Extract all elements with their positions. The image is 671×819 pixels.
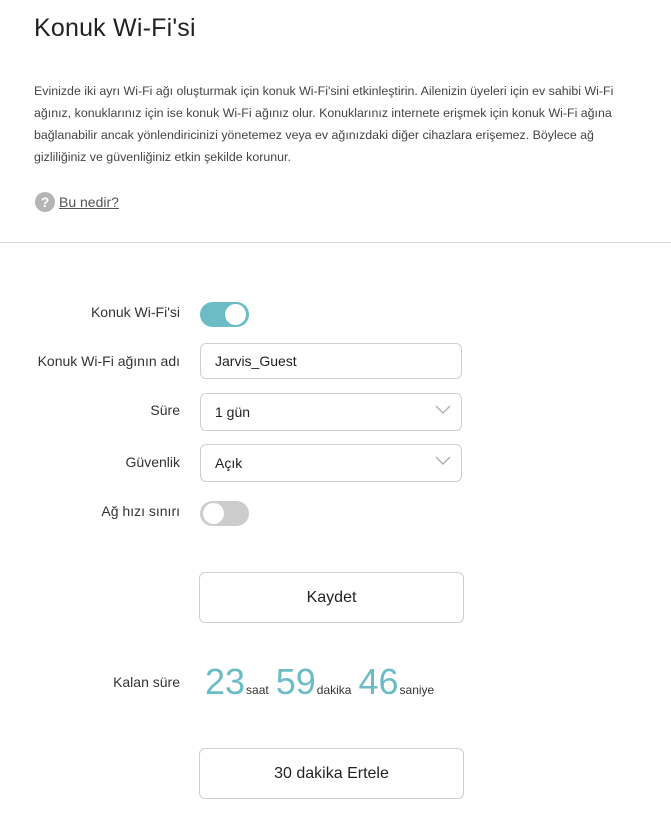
help-link-group[interactable]: ? Bu nedir? [35,192,119,212]
security-value: Açık [215,455,243,471]
page-description: Evinizde iki ayrı Wi-Fi ağı oluşturmak i… [34,84,614,164]
hours-unit: saat [246,683,269,697]
postpone-button[interactable]: 30 dakika Ertele [199,748,464,799]
security-label: Güvenlik [125,454,180,470]
toggle-knob [203,503,224,524]
minutes-value: 59 [275,661,316,702]
duration-label: Süre [150,402,180,418]
chevron-down-icon [435,456,451,465]
duration-value: 1 gün [215,404,251,420]
question-circle-icon[interactable]: ? [35,192,55,212]
network-name-value: Jarvis_Guest [215,353,297,369]
seconds-value: 46 [358,661,399,702]
save-button[interactable]: Kaydet [199,572,464,623]
section-divider [0,242,671,243]
speed-limit-label: Ağ hızı sınırı [101,503,180,519]
duration-select[interactable]: 1 gün [200,393,462,431]
security-select[interactable]: Açık [200,444,462,482]
page-title: Konuk Wi-Fi'si [34,14,196,42]
toggle-knob [225,304,246,325]
network-name-label: Konuk Wi-Fi ağının adı [37,353,180,369]
guest-wifi-label: Konuk Wi-Fi'si [90,304,180,320]
network-name-input[interactable]: Jarvis_Guest [200,343,462,379]
remaining-time-label: Kalan süre [113,674,180,690]
speed-limit-toggle[interactable] [200,501,249,526]
remaining-time-countdown: 23 saat 59 dakika 46 saniye [205,662,441,702]
seconds-unit: saniye [399,683,435,697]
guest-wifi-toggle[interactable] [200,302,249,327]
what-is-this-link[interactable]: Bu nedir? [59,194,119,210]
chevron-down-icon [435,405,451,414]
minutes-unit: dakika [316,683,352,697]
hours-value: 23 [205,661,246,702]
